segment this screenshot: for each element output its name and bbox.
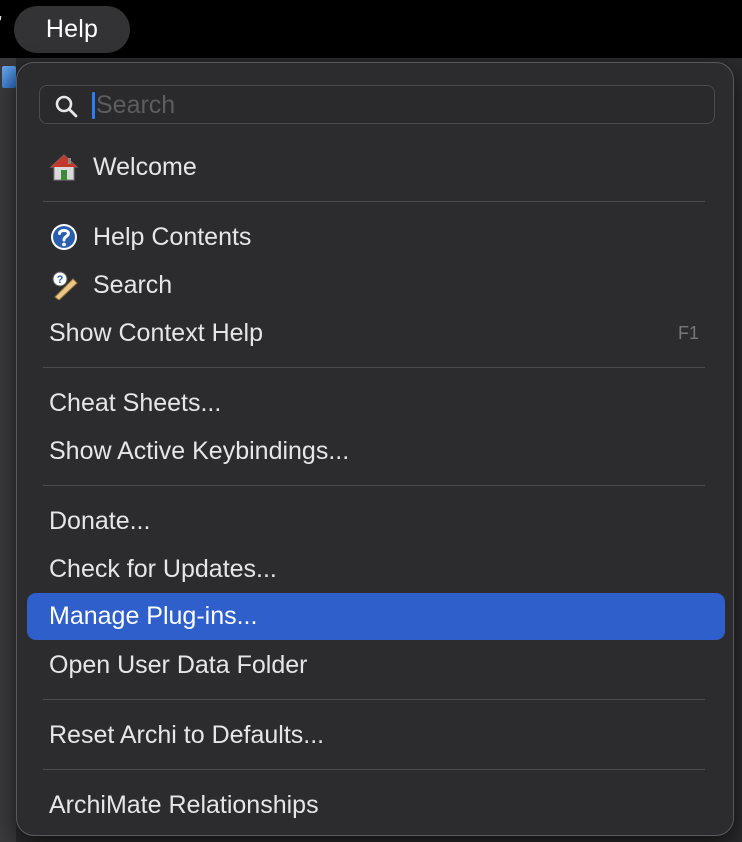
svg-text:?: ?	[57, 274, 64, 286]
search-icon	[55, 95, 78, 118]
menu-item-label: Welcome	[93, 152, 197, 181]
menu-item-check-for-updates[interactable]: Check for Updates...	[27, 547, 725, 591]
menu-item-archimate-relationships[interactable]: ArchiMate Relationships	[27, 783, 725, 827]
menu-item-open-user-data-folder[interactable]: Open User Data Folder	[27, 643, 725, 687]
search-input[interactable]	[94, 88, 698, 123]
house-icon	[49, 154, 79, 181]
background-window-strip	[0, 58, 16, 842]
menu-item-donate[interactable]: Donate...	[27, 499, 725, 543]
menu-item-cheat-sheets[interactable]: Cheat Sheets...	[27, 381, 725, 425]
toolbar-icon	[2, 66, 16, 88]
menu-item-label: Reset Archi to Defaults...	[49, 720, 325, 749]
menu-item-show-active-keybindings[interactable]: Show Active Keybindings...	[27, 429, 725, 473]
keyboard-shortcut: F1	[677, 322, 699, 343]
menu-item-label: Search	[93, 270, 173, 299]
menu-item-search[interactable]: ? Search	[27, 263, 725, 307]
help-menu-dropdown: Welcome Help Contents ? Search Show Cont…	[16, 62, 734, 836]
menu-bar: ’ Help	[0, 0, 742, 58]
menu-item-label: Check for Updates...	[49, 554, 277, 583]
menu-item-manage-plug-ins[interactable]: Manage Plug-ins...	[27, 593, 725, 640]
menu-separator	[43, 367, 705, 368]
menu-item-label: Donate...	[49, 506, 151, 535]
menu-item-label: Show Context Help	[49, 318, 264, 347]
menu-search-box[interactable]	[39, 85, 715, 124]
menu-item-label: Help Contents	[93, 222, 252, 251]
menubar-edge-glyph: ’	[0, 14, 2, 34]
menu-separator	[43, 485, 705, 486]
menu-item-label: Cheat Sheets...	[49, 388, 222, 417]
question-mark-circle-icon	[51, 224, 77, 250]
menu-item-help-contents[interactable]: Help Contents	[27, 215, 725, 259]
menu-item-show-context-help[interactable]: Show Context Help F1	[27, 311, 725, 355]
menu-item-label: Open User Data Folder	[49, 650, 308, 679]
help-menu-title[interactable]: Help	[14, 6, 130, 53]
menu-item-label: ArchiMate Relationships	[49, 790, 319, 819]
menu-item-reset-archi-to-defaults[interactable]: Reset Archi to Defaults...	[27, 713, 725, 757]
menu-item-welcome[interactable]: Welcome	[27, 145, 725, 189]
menu-separator	[43, 201, 705, 202]
menu-item-label: Manage Plug-ins...	[49, 602, 258, 630]
menu-separator	[43, 769, 705, 770]
menu-separator	[43, 699, 705, 700]
menu-item-label: Show Active Keybindings...	[49, 436, 350, 465]
help-search-icon: ?	[52, 271, 78, 300]
